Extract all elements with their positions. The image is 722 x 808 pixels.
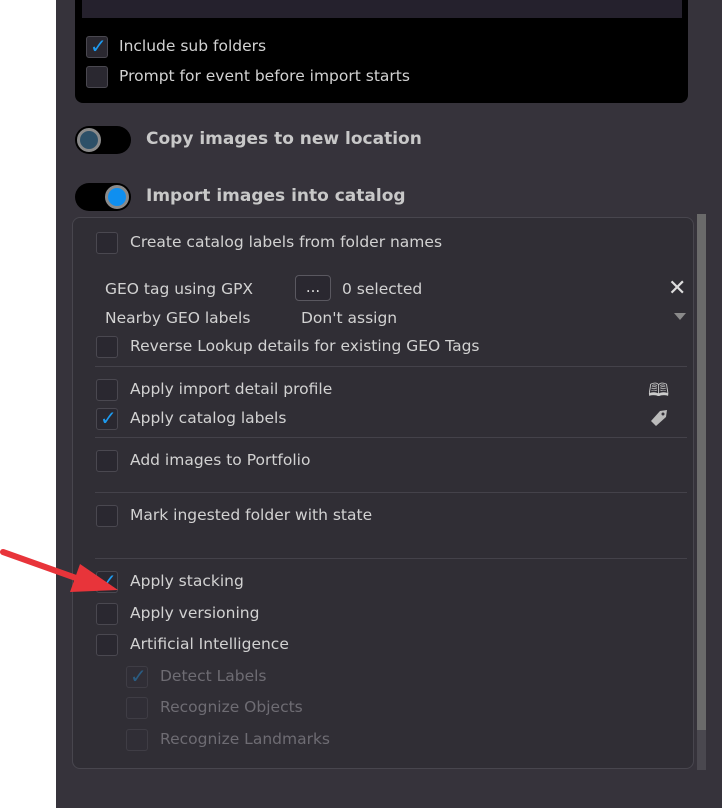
reverse-lookup-checkbox[interactable]: [96, 336, 118, 358]
gpx-selected-value: 0 selected: [342, 280, 423, 298]
detail-profile-label: Apply import detail profile: [130, 380, 333, 398]
mark-state-checkbox[interactable]: [96, 505, 118, 527]
toggle-knob: [105, 185, 129, 209]
create-labels-checkbox[interactable]: [96, 232, 118, 254]
scrollbar-thumb[interactable]: [697, 214, 706, 734]
geo-tag-label: GEO tag using GPX: [105, 280, 254, 298]
recognize-landmarks-checkbox[interactable]: [126, 729, 148, 751]
toggle-knob: [77, 128, 101, 152]
catalog-labels-label: Apply catalog labels: [130, 409, 287, 427]
import-catalog-title: Import images into catalog: [146, 186, 406, 206]
versioning-checkbox[interactable]: [96, 603, 118, 625]
reverse-lookup-label: Reverse Lookup details for existing GEO …: [130, 337, 480, 355]
prompt-event-label: Prompt for event before import starts: [119, 67, 410, 85]
nearby-geo-select[interactable]: Don't assign: [301, 309, 397, 327]
catalog-labels-checkbox[interactable]: [96, 406, 118, 430]
import-catalog-panel: [72, 217, 694, 769]
import-catalog-toggle[interactable]: [75, 183, 131, 211]
recognize-landmarks-label: Recognize Landmarks: [160, 730, 331, 748]
tag-icon[interactable]: [648, 407, 670, 429]
copy-images-title: Copy images to new location: [146, 129, 422, 149]
clear-icon[interactable]: ✕: [668, 276, 686, 301]
portfolio-label: Add images to Portfolio: [130, 451, 311, 469]
mark-state-label: Mark ingested folder with state: [130, 506, 373, 524]
copy-images-toggle[interactable]: [75, 126, 131, 154]
include-sub-folders-checkbox[interactable]: [86, 34, 108, 58]
prompt-event-checkbox[interactable]: [86, 66, 108, 88]
divider: [95, 492, 687, 493]
detail-profile-checkbox[interactable]: [96, 379, 118, 401]
chevron-down-icon[interactable]: [674, 313, 686, 320]
ai-label: Artificial Intelligence: [130, 635, 289, 653]
ai-checkbox[interactable]: [96, 634, 118, 656]
scrollbar-track[interactable]: [697, 730, 706, 770]
annotation-arrow-icon: [0, 549, 118, 592]
recognize-objects-label: Recognize Objects: [160, 698, 303, 716]
include-sub-folders-label: Include sub folders: [119, 37, 267, 55]
divider: [95, 366, 687, 367]
create-labels-label: Create catalog labels from folder names: [130, 233, 443, 251]
detect-labels-checkbox[interactable]: [126, 664, 148, 688]
source-list: [82, 0, 682, 18]
stacking-label: Apply stacking: [130, 572, 244, 590]
divider: [95, 437, 687, 438]
portfolio-checkbox[interactable]: [96, 450, 118, 472]
versioning-label: Apply versioning: [130, 604, 260, 622]
book-icon[interactable]: 🕮: [648, 378, 669, 408]
nearby-geo-label: Nearby GEO labels: [105, 309, 251, 327]
recognize-objects-checkbox[interactable]: [126, 697, 148, 719]
gpx-browse-button[interactable]: ...: [295, 275, 331, 301]
detect-labels-label: Detect Labels: [160, 667, 267, 685]
divider: [95, 558, 687, 559]
